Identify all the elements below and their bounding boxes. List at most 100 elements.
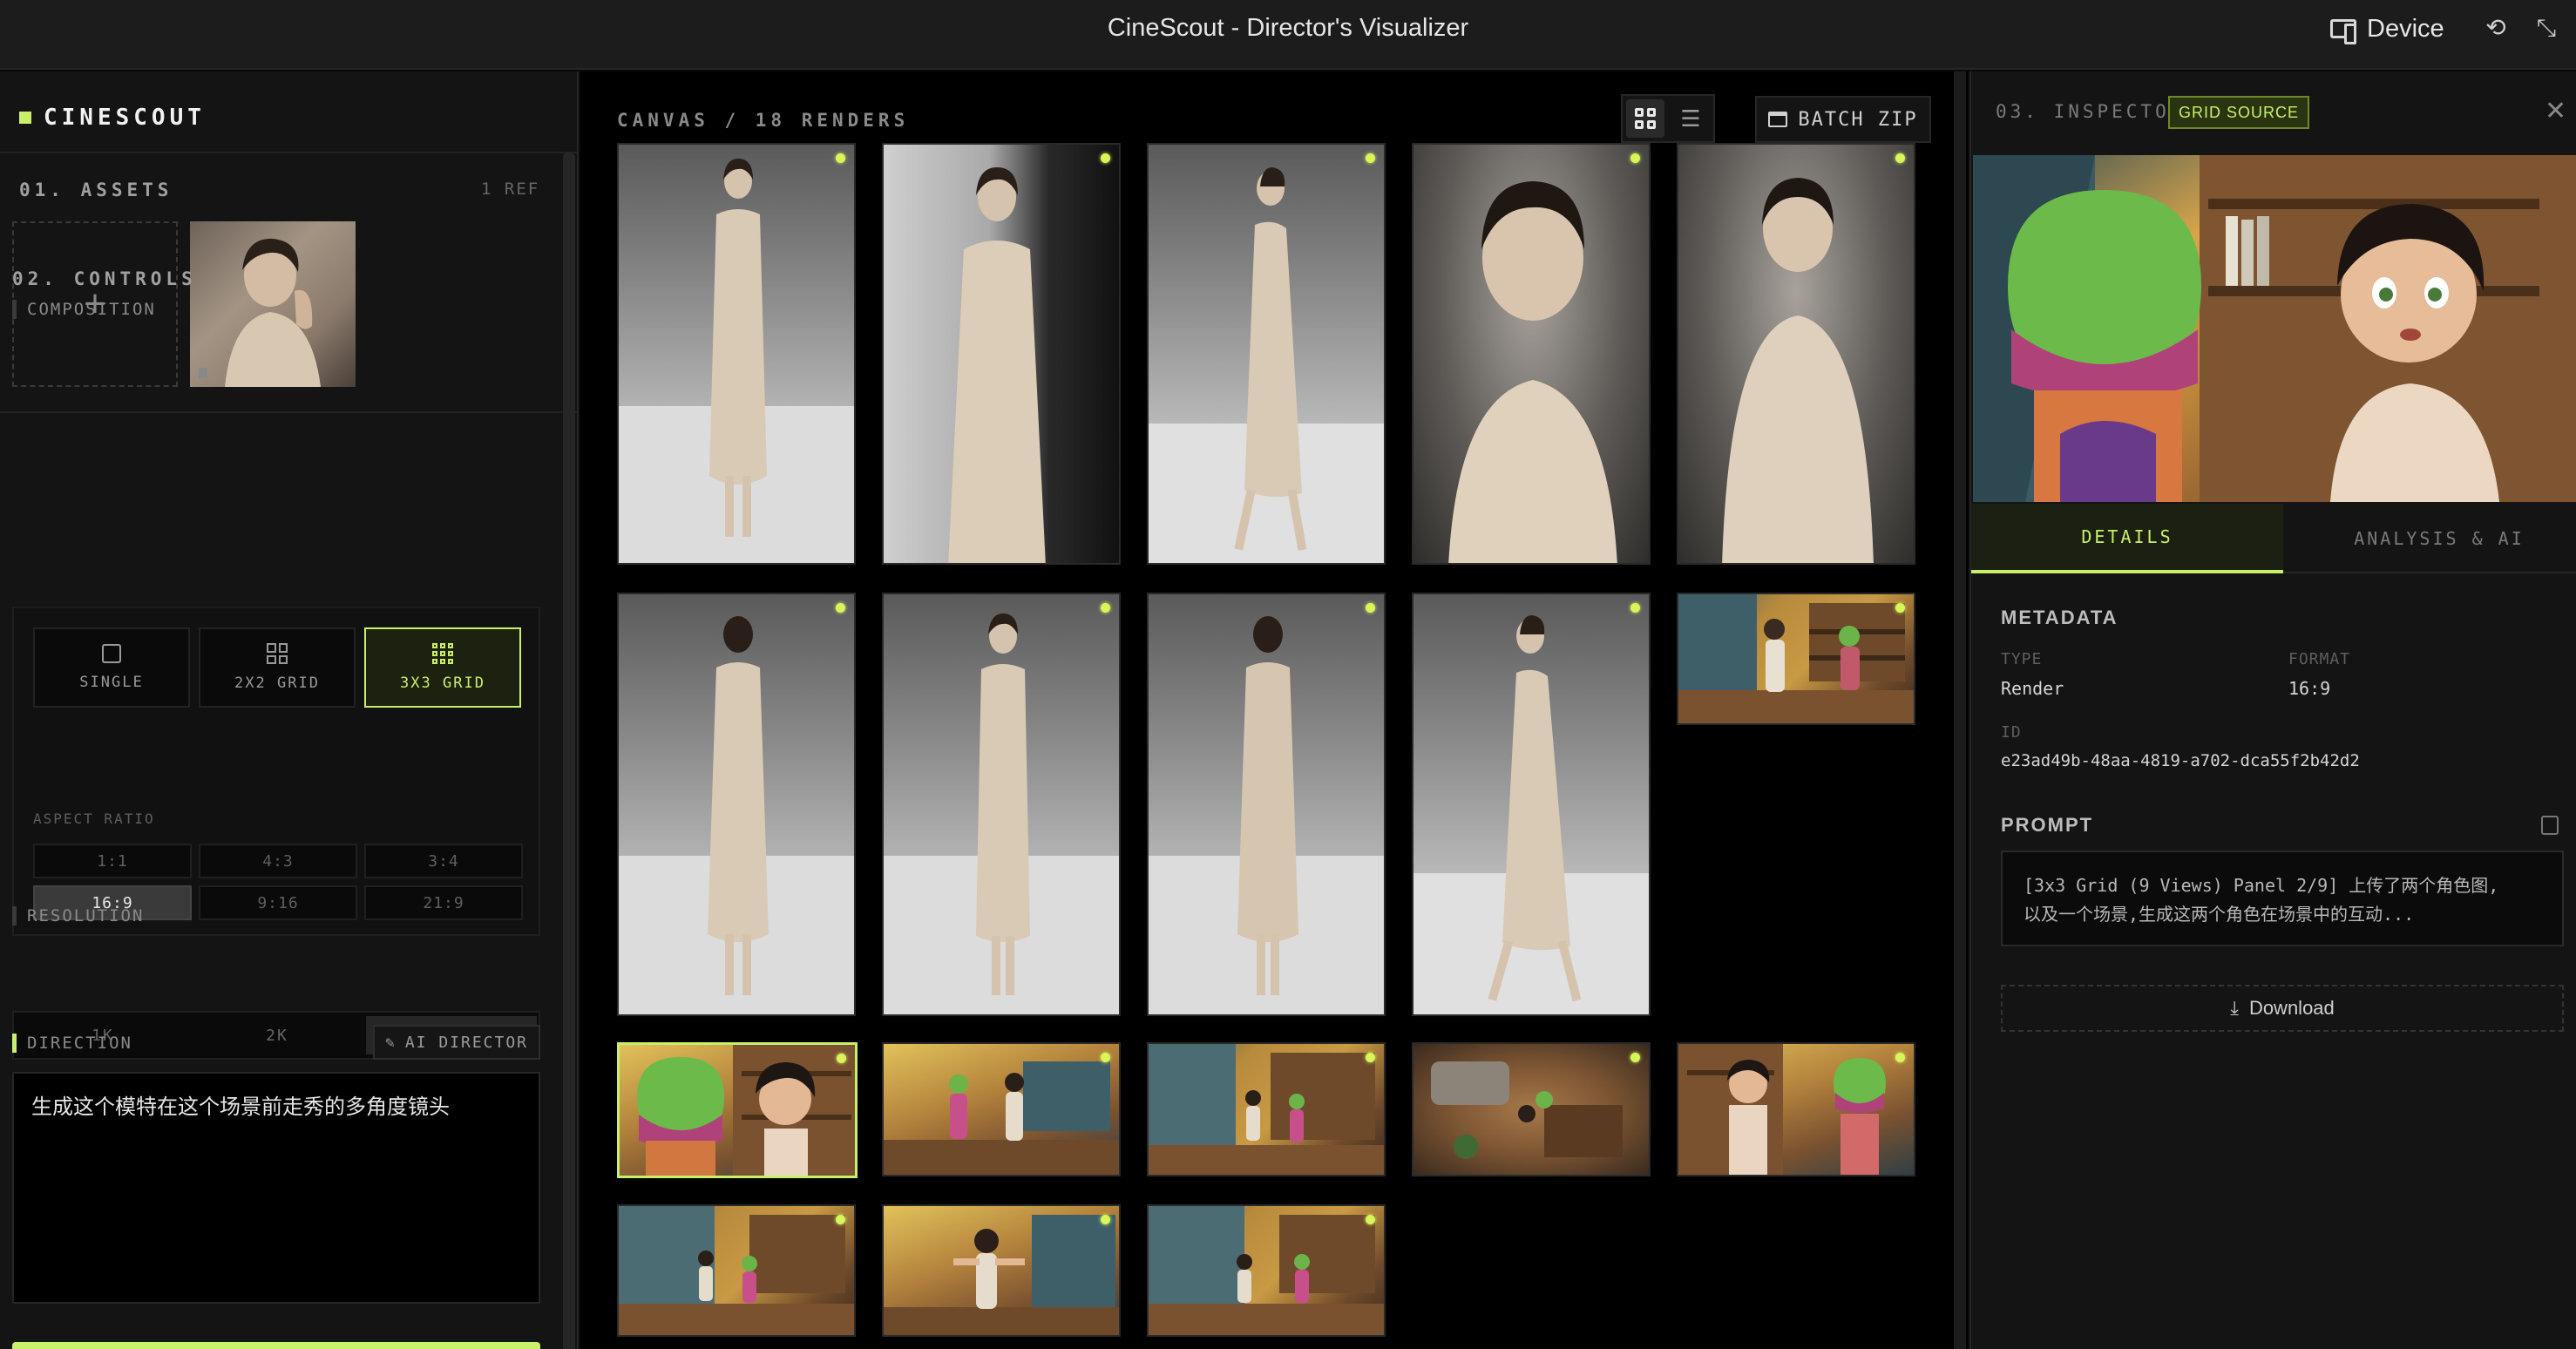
aspect-ratio-1-1[interactable]: 1:1	[33, 844, 192, 878]
device-button[interactable]: Device	[2330, 12, 2444, 45]
sidebar-scrollbar[interactable]	[563, 152, 575, 1349]
aspect-ratio-9-16[interactable]: 9:16	[199, 885, 357, 920]
brand-name: CINESCOUT	[44, 105, 206, 131]
composition-3x3-button[interactable]: 3X3 GRID	[364, 627, 521, 708]
brand: CINESCOUT	[19, 105, 206, 131]
prompt-line-1: [3x3 Grid (9 Views) Panel 2/9] 上传了两个角色图,	[2024, 875, 2499, 896]
render-tile[interactable]	[617, 593, 856, 1016]
grid-2x2-icon	[267, 643, 288, 664]
refresh-icon[interactable]: ⟲	[2480, 12, 2512, 44]
status-dot	[1101, 153, 1110, 163]
aspect-ratio-21-9[interactable]: 21:9	[364, 885, 523, 920]
inspector-tabs: DETAILS ANALYSIS & AI	[1971, 504, 2576, 573]
canvas-scrollbar[interactable]	[1954, 71, 1966, 1349]
resolution-2k[interactable]: 2K	[192, 1016, 363, 1054]
scene-dance-image	[619, 1206, 854, 1335]
render-tile[interactable]	[617, 143, 856, 565]
render-tile[interactable]	[1412, 143, 1651, 565]
download-icon: ⤓	[2230, 997, 2239, 1019]
characters-topdown-image	[1431, 1061, 1623, 1159]
assets-count: 1 REF	[481, 180, 540, 199]
runway-back-2-image	[1149, 616, 1384, 1014]
aspect-ratio-4-3[interactable]: 4:3	[199, 844, 357, 878]
render-tile[interactable]	[1677, 593, 1915, 725]
render-tile[interactable]	[1147, 593, 1386, 1016]
tab-analysis-ai[interactable]: ANALYSIS & AI	[2283, 504, 2576, 573]
aspect-ratio-3-4[interactable]: 3:4	[364, 844, 523, 878]
status-dot	[1366, 1215, 1375, 1224]
direction-textarea[interactable]: 生成这个模特在这个场景前走秀的多角度镜头	[12, 1072, 540, 1304]
portrait-medium-image	[1722, 178, 1874, 563]
type-value: Render	[2001, 678, 2064, 699]
inspector-preview	[1973, 155, 2576, 502]
window-title: CineScout - Director's Visualizer	[1107, 14, 1469, 42]
list-view-button[interactable]: ☰	[1671, 99, 1710, 138]
controls-title: 02. CONTROLS	[12, 268, 197, 289]
render-tile-selected[interactable]	[617, 1042, 858, 1178]
batch-zip-button[interactable]: BATCH ZIP	[1755, 96, 1931, 143]
download-button[interactable]: ⤓ Download	[2001, 985, 2564, 1032]
render-tile[interactable]	[1412, 1042, 1651, 1176]
status-dot	[1630, 153, 1640, 163]
canvas-title: CANVAS / 18 RENDERS	[617, 110, 910, 131]
wand-icon: ✎	[384, 1033, 397, 1052]
metadata-heading: METADATA	[2001, 607, 2118, 628]
status-dot	[1366, 153, 1375, 163]
brand-dot-icon	[19, 112, 31, 124]
device-label: Device	[2367, 14, 2444, 43]
characters-interaction-image	[1678, 1044, 1886, 1175]
grid-view-button[interactable]	[1626, 99, 1664, 138]
download-label: Download	[2248, 997, 2335, 1019]
render-tile[interactable]	[1677, 1042, 1915, 1176]
copy-icon[interactable]	[2541, 816, 2559, 835]
runway-walk-image	[948, 167, 1046, 563]
runway-front-image	[619, 159, 854, 563]
status-dot	[1101, 1215, 1110, 1224]
direction-label: DIRECTION	[12, 1034, 132, 1053]
list-view-icon: ☰	[1680, 105, 1701, 132]
render-tile[interactable]	[1147, 1204, 1386, 1337]
portrait-closeup-image	[1448, 181, 1617, 563]
living-room-scene-image	[1678, 594, 1914, 723]
render-tile[interactable]	[617, 1204, 856, 1337]
status-dot	[837, 1054, 846, 1063]
composition-2x2-button[interactable]: 2X2 GRID	[199, 627, 356, 708]
status-dot	[1366, 1053, 1375, 1062]
model-portrait-image	[199, 238, 321, 387]
tab-details[interactable]: DETAILS	[1971, 504, 2283, 573]
ai-director-button[interactable]: ✎ AI DIRECTOR	[373, 1025, 540, 1060]
id-value: e23ad49b-48aa-4819-a702-dca55f2b42d2	[2001, 751, 2360, 770]
render-tile[interactable]	[1147, 1042, 1386, 1176]
characters-closeup-image	[637, 1045, 855, 1176]
view-toggle: ☰	[1621, 94, 1715, 143]
status-dot	[836, 1215, 845, 1224]
composition-single-button[interactable]: SINGLE	[33, 627, 190, 708]
render-tile[interactable]	[1677, 143, 1915, 565]
status-dot	[1366, 603, 1375, 613]
close-icon[interactable]: ✕	[2545, 96, 2566, 126]
render-tile[interactable]	[882, 593, 1121, 1016]
characters-room-image	[884, 1061, 1119, 1175]
grid-source-badge: GRID SOURCE	[2168, 96, 2310, 129]
status-dot	[836, 603, 845, 613]
fullscreen-icon[interactable]: ⤡	[2531, 12, 2562, 44]
asset-thumbnail[interactable]	[190, 221, 356, 387]
render-tile[interactable]	[1412, 593, 1651, 1016]
render-tile[interactable]	[1147, 143, 1386, 565]
status-dot	[1895, 603, 1905, 613]
status-dot	[1630, 603, 1640, 613]
divider	[0, 411, 577, 413]
render-tile[interactable]	[882, 143, 1121, 565]
render-tile[interactable]	[882, 1204, 1121, 1337]
prompt-text: [3x3 Grid (9 Views) Panel 2/9] 上传了两个角色图,…	[2001, 851, 2564, 946]
format-value: 16:9	[2288, 678, 2331, 699]
render-tile[interactable]	[882, 1042, 1121, 1176]
inspector-title: 03. INSPECTOR	[1996, 101, 2185, 122]
generate-button[interactable]	[12, 1342, 540, 1349]
grid-view-icon	[1635, 108, 1656, 129]
runway-front-2-image	[884, 613, 1119, 1014]
aspect-ratio-label: ASPECT RATIO	[33, 810, 155, 827]
sidebar: CINESCOUT 01. ASSETS 1 REF + 02. CONTROL…	[0, 71, 579, 1349]
status-dot	[1630, 1053, 1640, 1062]
single-frame-icon	[102, 644, 121, 663]
